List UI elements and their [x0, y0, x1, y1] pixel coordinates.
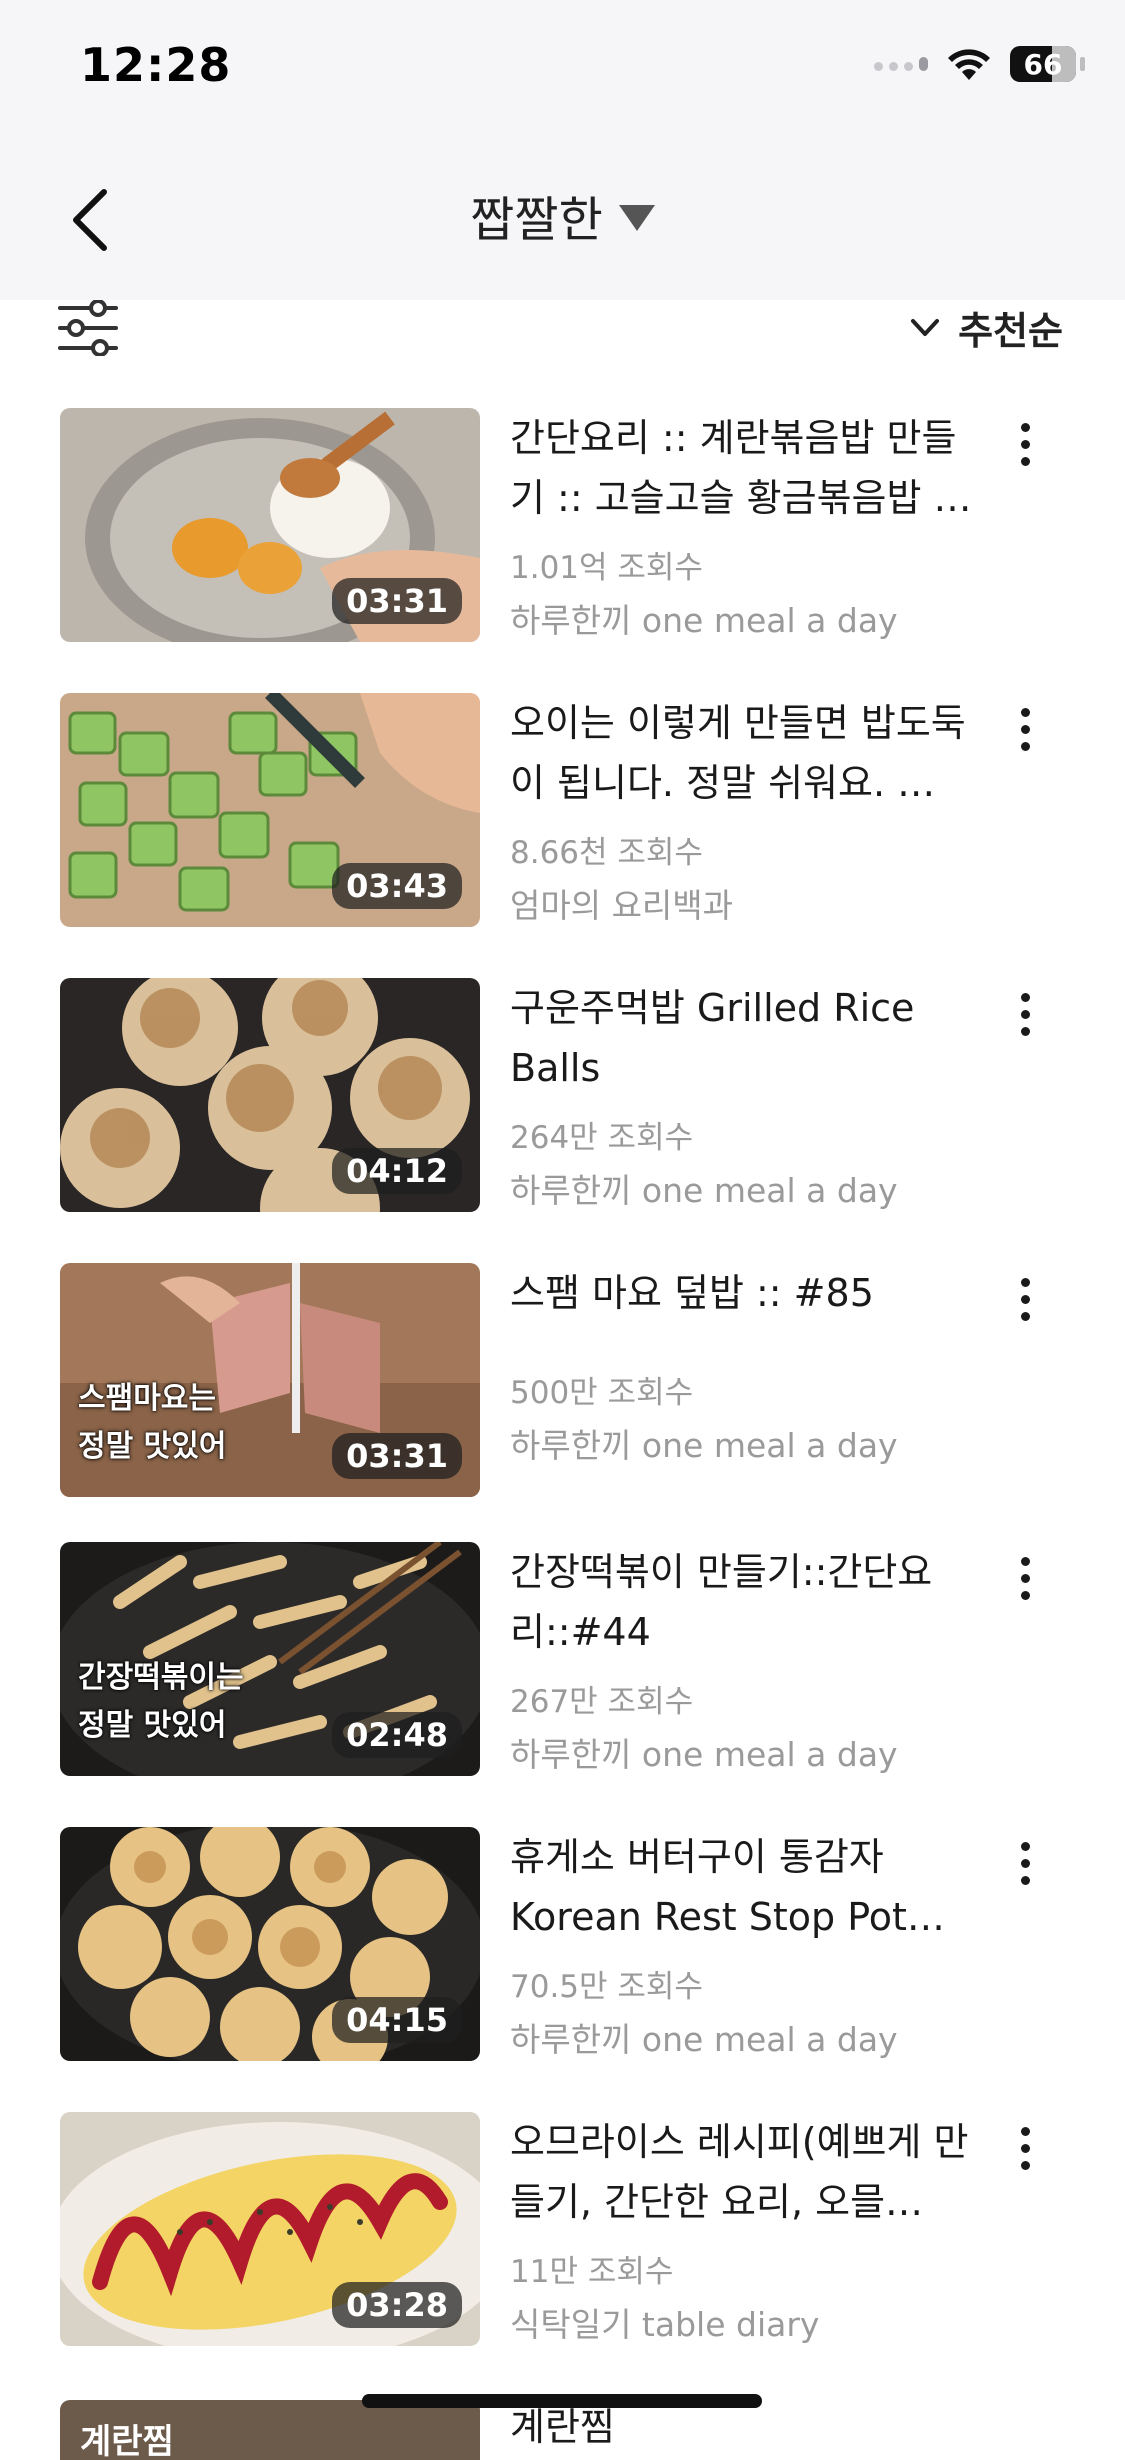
video-thumbnail[interactable]: 03:43	[60, 693, 480, 927]
video-duration: 04:12	[332, 1148, 462, 1194]
video-views: 500만 조회수	[510, 1375, 694, 1411]
list-item[interactable]: 간장떡볶이는 정말 맛있어 02:48 간장떡볶이 만들기::간단요리::#44…	[0, 1542, 1125, 1778]
video-views: 267만 조회수	[510, 1684, 694, 1720]
caret-down-icon	[618, 205, 655, 231]
video-duration: 03:31	[332, 578, 462, 624]
list-item[interactable]: 03:31 간단요리 :: 계란볶음밥 만들기 :: 고슬고슬 황금볶음밥 … …	[0, 408, 1125, 644]
thumbnail-caption: 계란찜	[80, 2422, 174, 2460]
video-title[interactable]: 간단요리 :: 계란볶음밥 만들기 :: 고슬고슬 황금볶음밥 …	[510, 408, 990, 528]
video-views: 8.66천 조회수	[510, 835, 703, 871]
video-channel[interactable]: 하루한끼 one meal a day	[510, 1164, 898, 1212]
video-title[interactable]: 오이는 이렇게 만들면 밥도둑이 됩니다. 정말 쉬워요. …	[510, 693, 990, 813]
more-options-button[interactable]	[1000, 699, 1050, 759]
video-channel[interactable]: 하루한끼 one meal a day	[510, 1419, 898, 1467]
list-item[interactable]: 04:15 휴게소 버터구이 통감자 Korean Rest Stop Pot……	[0, 1827, 1125, 2063]
filter-row: 추천순	[0, 299, 1125, 360]
video-title[interactable]: 휴게소 버터구이 통감자 Korean Rest Stop Pot…	[510, 1827, 990, 1947]
video-title[interactable]: 구운주먹밥 Grilled Rice Balls	[510, 978, 990, 1098]
video-channel[interactable]: 하루한끼 one meal a day	[510, 2013, 898, 2061]
battery-cap	[1080, 57, 1085, 71]
video-views: 264만 조회수	[510, 1120, 694, 1156]
thumbnail-caption: 간장떡볶이는	[78, 1660, 244, 1695]
video-channel[interactable]: 하루한끼 one meal a day	[510, 594, 898, 642]
video-views: 1.01억 조회수	[510, 550, 703, 586]
video-thumbnail[interactable]: 스팸마요는 정말 맛있어 03:31	[60, 1263, 480, 1497]
more-options-button[interactable]	[1000, 1833, 1050, 1893]
video-thumbnail[interactable]: 04:12	[60, 978, 480, 1212]
status-bar: 12:28 66	[0, 0, 1125, 140]
video-duration: 04:15	[332, 1997, 462, 2043]
sort-button[interactable]: 추천순	[910, 300, 1063, 355]
video-duration: 02:48	[332, 1712, 462, 1758]
status-icons: 66	[874, 46, 1085, 82]
cellular-signal-icon	[874, 57, 928, 71]
video-duration: 03:31	[332, 1433, 462, 1479]
list-item[interactable]: 03:43 오이는 이렇게 만들면 밥도둑이 됩니다. 정말 쉬워요. … 8.…	[0, 693, 1125, 929]
home-indicator[interactable]	[362, 2394, 762, 2408]
status-time: 12:28	[80, 38, 232, 92]
video-title[interactable]: 간장떡볶이 만들기::간단요리::#44	[510, 1542, 990, 1662]
sliders-icon	[58, 299, 118, 357]
more-options-button[interactable]	[1000, 414, 1050, 474]
video-duration: 03:43	[332, 863, 462, 909]
category-selector[interactable]: 짭짤한	[0, 180, 1125, 250]
video-thumbnail[interactable]: 간장떡볶이는 정말 맛있어 02:48	[60, 1542, 480, 1776]
video-thumbnail-partial[interactable]: 계란찜	[60, 2400, 480, 2460]
thumbnail-caption: 정말 맛있어	[78, 1429, 227, 1464]
video-channel[interactable]: 엄마의 요리백과	[510, 879, 733, 927]
page-title: 짭짤한	[470, 192, 603, 248]
thumbnail-caption: 정말 맛있어	[78, 1708, 227, 1743]
video-channel[interactable]: 식탁일기 table diary	[510, 2298, 819, 2346]
list-item[interactable]: 03:28 오므라이스 레시피(예쁘게 만들기, 간단한 요리, 오믈… 11만…	[0, 2112, 1125, 2348]
video-thumbnail[interactable]: 04:15	[60, 1827, 480, 2061]
filter-button[interactable]	[58, 299, 118, 357]
battery-icon: 66	[1010, 46, 1076, 82]
video-title[interactable]: 오므라이스 레시피(예쁘게 만들기, 간단한 요리, 오믈…	[510, 2112, 990, 2232]
video-thumbnail[interactable]: 03:31	[60, 408, 480, 642]
thumbnail-caption: 스팸마요는	[78, 1381, 216, 1416]
more-options-button[interactable]	[1000, 2118, 1050, 2178]
more-options-button[interactable]	[1000, 984, 1050, 1044]
nav-header: 짭짤한	[0, 140, 1125, 300]
video-views: 70.5만 조회수	[510, 1969, 703, 2005]
more-options-button[interactable]	[1000, 1548, 1050, 1608]
list-item[interactable]: 스팸마요는 정말 맛있어 03:31 스팸 마요 덮밥 :: #85 500만 …	[0, 1263, 1125, 1499]
video-thumbnail[interactable]: 03:28	[60, 2112, 480, 2346]
list-item[interactable]: 04:12 구운주먹밥 Grilled Rice Balls 264만 조회수 …	[0, 978, 1125, 1214]
battery-level-text: 66	[1023, 47, 1063, 81]
video-views: 11만 조회수	[510, 2254, 674, 2290]
video-duration: 03:28	[332, 2282, 462, 2328]
chevron-down-icon	[911, 318, 940, 336]
video-channel[interactable]: 하루한끼 one meal a day	[510, 1728, 898, 1776]
video-title[interactable]: 스팸 마요 덮밥 :: #85	[510, 1263, 990, 1323]
more-options-button[interactable]	[1000, 1269, 1050, 1329]
sort-label: 추천순	[958, 309, 1063, 353]
wifi-icon	[948, 49, 990, 80]
